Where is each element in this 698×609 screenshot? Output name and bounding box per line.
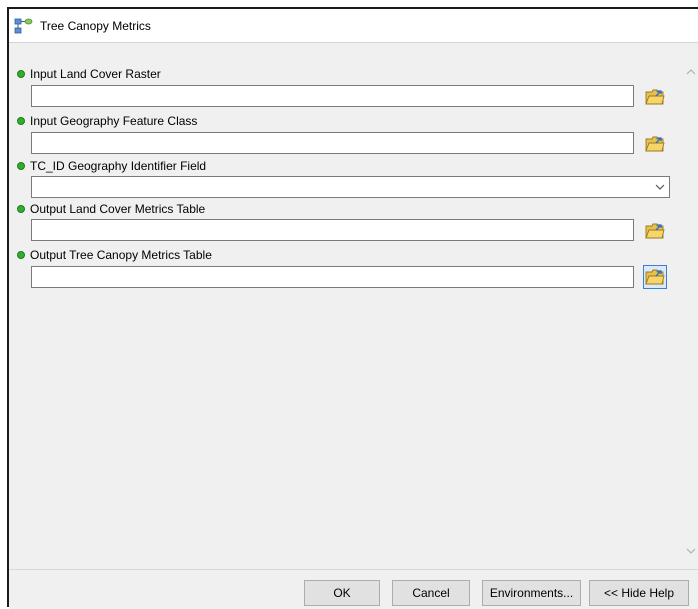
param-label-text: Input Geography Feature Class xyxy=(30,114,198,128)
dialog-button-bar: OK Cancel Environments... << Hide Help xyxy=(9,569,698,609)
param-label-text: Output Tree Canopy Metrics Table xyxy=(30,248,212,262)
browse-input-geography-feature-class-button[interactable] xyxy=(643,132,667,156)
tool-dialog: Tree Canopy Metrics Input Land Cover Ras… xyxy=(7,7,698,609)
input-geography-feature-class-field[interactable] xyxy=(31,132,634,154)
param-label-input-geography-feature-class: Input Geography Feature Class xyxy=(17,113,197,129)
required-indicator-icon xyxy=(17,70,25,78)
param-label-text: Input Land Cover Raster xyxy=(30,67,161,81)
model-tool-icon xyxy=(14,18,34,34)
hide-help-button[interactable]: << Hide Help xyxy=(589,580,689,606)
browse-input-land-cover-raster-button[interactable] xyxy=(643,85,667,109)
ok-button[interactable]: OK xyxy=(304,580,380,606)
param-label-input-land-cover-raster: Input Land Cover Raster xyxy=(17,66,161,82)
param-label-tc-id-geography-identifier-field: TC_ID Geography Identifier Field xyxy=(17,158,206,174)
param-label-text: TC_ID Geography Identifier Field xyxy=(30,159,207,173)
tc-id-geography-identifier-dropdown[interactable] xyxy=(31,176,670,198)
param-label-output-land-cover-metrics-table: Output Land Cover Metrics Table xyxy=(17,201,205,217)
scroll-up-arrow-icon[interactable] xyxy=(685,66,697,78)
folder-open-icon xyxy=(645,223,665,239)
required-indicator-icon xyxy=(17,117,25,125)
browse-output-land-cover-metrics-table-button[interactable] xyxy=(643,219,667,243)
output-tree-canopy-metrics-table-field[interactable] xyxy=(31,266,634,288)
required-indicator-icon xyxy=(17,162,25,170)
chevron-down-icon[interactable] xyxy=(655,182,665,192)
vertical-scrollbar[interactable] xyxy=(682,44,698,569)
browse-output-tree-canopy-metrics-table-button[interactable] xyxy=(643,265,667,289)
environments-button[interactable]: Environments... xyxy=(482,580,581,606)
folder-open-icon xyxy=(645,89,665,105)
required-indicator-icon xyxy=(17,251,25,259)
window-title: Tree Canopy Metrics xyxy=(40,19,151,33)
folder-open-icon xyxy=(645,269,665,285)
folder-open-icon xyxy=(645,136,665,152)
required-indicator-icon xyxy=(17,205,25,213)
scroll-down-arrow-icon[interactable] xyxy=(685,545,697,557)
output-land-cover-metrics-table-field[interactable] xyxy=(31,219,634,241)
input-land-cover-raster-field[interactable] xyxy=(31,85,634,107)
parameters-panel: Input Land Cover Raster Input Geography … xyxy=(9,44,680,569)
param-label-output-tree-canopy-metrics-table: Output Tree Canopy Metrics Table xyxy=(17,247,212,263)
param-label-text: Output Land Cover Metrics Table xyxy=(30,202,206,216)
title-bar: Tree Canopy Metrics xyxy=(9,9,698,43)
cancel-button[interactable]: Cancel xyxy=(392,580,470,606)
